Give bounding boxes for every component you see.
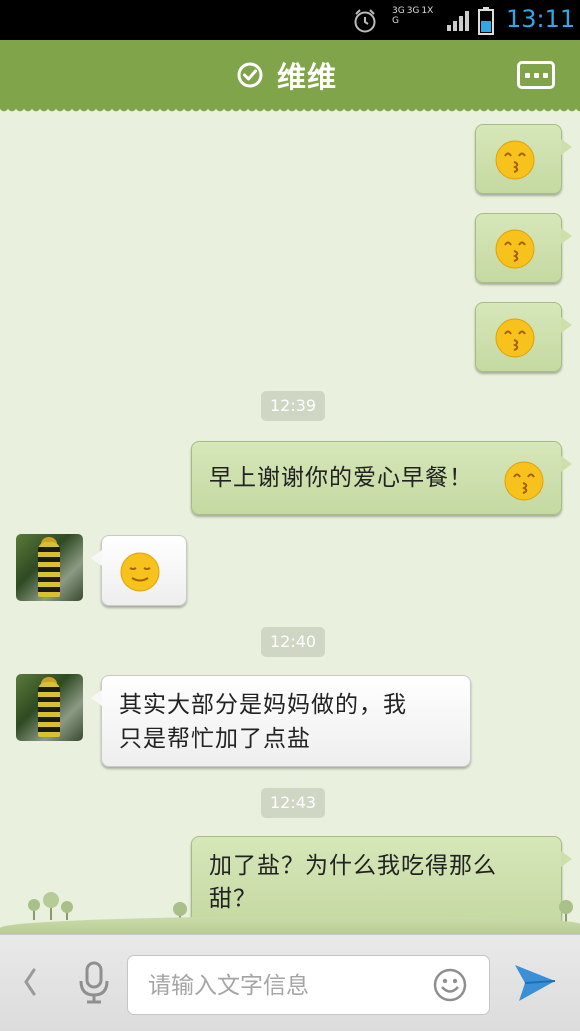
status-time: 13:11: [506, 5, 576, 33]
network-label: 1X: [421, 6, 434, 16]
network-label: 3G: [392, 6, 405, 16]
message-bubble-sent[interactable]: [475, 213, 572, 283]
message-text: 早上谢谢你的爱心早餐！: [209, 465, 473, 491]
status-bar: 3G 3G 1XG 13:11: [0, 0, 580, 40]
alarm-icon: [354, 9, 376, 33]
smiley-icon[interactable]: [433, 968, 467, 1002]
message-list[interactable]: 12:39 早上谢谢你的爱心早餐！ 12:40 其实大部分是妈妈做的，我 只是帮…: [0, 108, 580, 934]
chat-header: 维维: [0, 40, 580, 114]
network-label: 3G: [406, 6, 420, 16]
message-bubble-sent[interactable]: 加了盐？为什么我吃得那么 甜？: [191, 836, 572, 926]
contact-name: 维维: [277, 60, 338, 94]
message-input-box[interactable]: [127, 955, 490, 1015]
content-smile-emoji: [120, 552, 160, 592]
message-text-line: 其实大部分是妈妈做的，我: [119, 692, 407, 718]
kiss-emoji: [495, 229, 535, 269]
kiss-emoji: [495, 318, 535, 358]
more-menu-icon[interactable]: [517, 61, 555, 89]
message-bubble-sent[interactable]: 早上谢谢你的爱心早餐！: [191, 441, 572, 515]
message-bubble-received[interactable]: 其实大部分是妈妈做的，我 只是帮忙加了点盐: [91, 675, 471, 767]
kiss-emoji: [495, 140, 535, 180]
microphone-icon[interactable]: [76, 961, 112, 1005]
message-timestamp: 12:40: [261, 627, 326, 657]
message-bubble-sent[interactable]: [475, 302, 572, 372]
contact-avatar[interactable]: [16, 674, 83, 741]
contact-title[interactable]: 维维: [237, 58, 337, 94]
message-text-line: 甜？: [209, 886, 257, 912]
message-timestamp: 12:43: [261, 788, 326, 818]
message-input[interactable]: [148, 968, 418, 1004]
tree-decoration: [28, 892, 73, 920]
network-indicator: 3G 3G 1XG: [392, 6, 444, 32]
verified-check-icon: [237, 62, 263, 88]
send-icon[interactable]: [513, 961, 557, 1003]
contact-avatar[interactable]: [16, 534, 83, 601]
message-bubble-received[interactable]: [91, 535, 187, 606]
signal-icon: [447, 11, 469, 31]
back-chevron-icon[interactable]: [18, 965, 42, 999]
battery-icon: [478, 7, 494, 35]
input-bar: [0, 934, 580, 1031]
message-timestamp: 12:39: [261, 391, 326, 421]
message-bubble-sent[interactable]: [475, 124, 572, 194]
kiss-emoji: [504, 461, 544, 501]
message-text-line: 只是帮忙加了点盐: [119, 726, 311, 752]
message-text-line: 加了盐？为什么我吃得那么: [209, 853, 497, 879]
network-label: G: [392, 16, 399, 26]
